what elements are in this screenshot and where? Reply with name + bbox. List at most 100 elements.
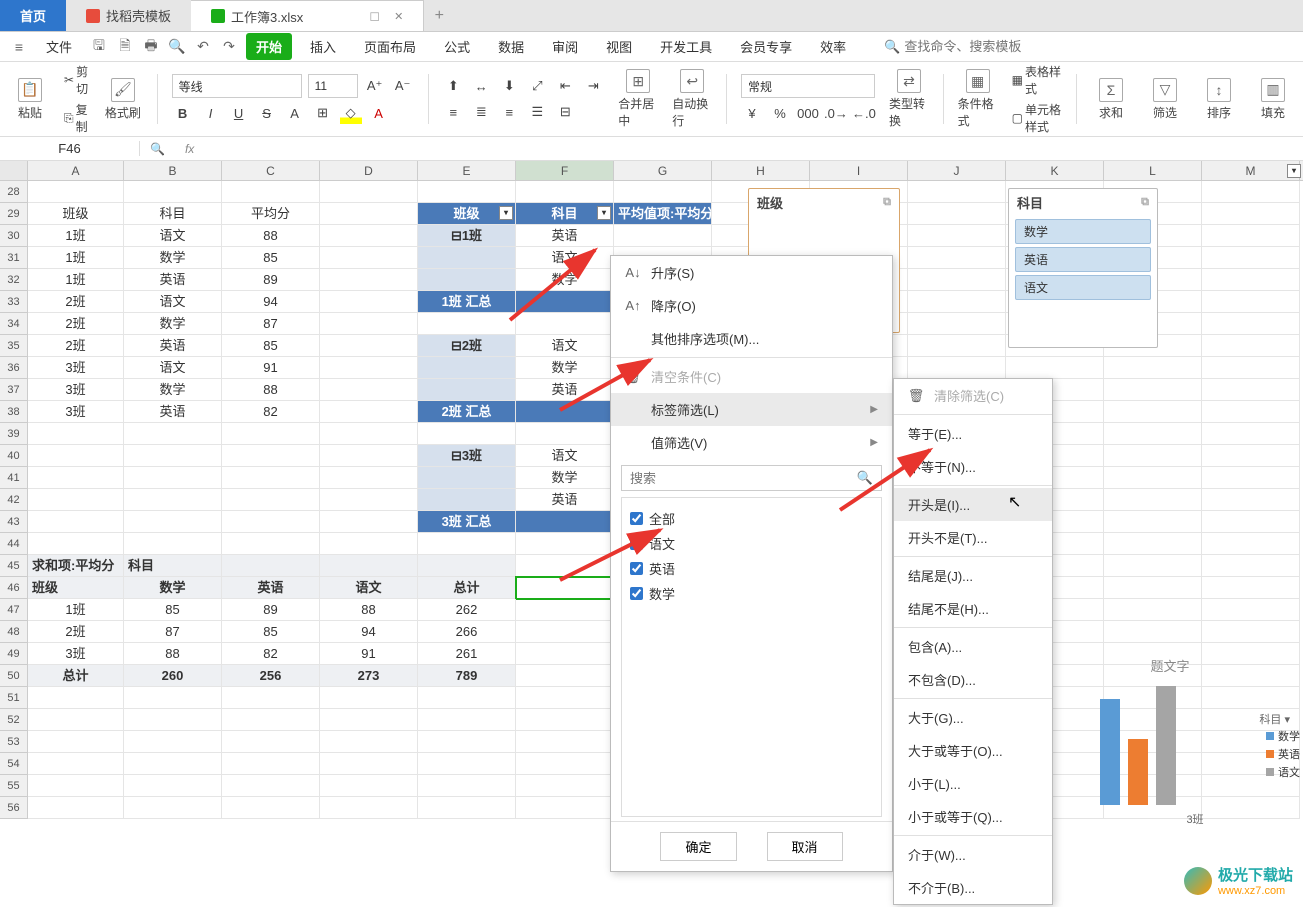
new-tab-button[interactable]: + [424,0,454,31]
cell[interactable] [1202,621,1300,643]
col-header[interactable]: L [1104,161,1202,180]
cell[interactable] [516,533,614,555]
cell[interactable]: 789 [418,665,516,687]
filter-check-item[interactable]: 英语 [630,556,873,581]
cell[interactable] [1202,423,1300,445]
cell[interactable] [28,467,124,489]
col-header[interactable]: E [418,161,516,180]
copy-button[interactable]: ⎘复制 [64,101,89,135]
cell[interactable] [320,379,418,401]
cell[interactable] [124,511,222,533]
submenu-item[interactable]: 不包含(D)... [894,663,1052,696]
search-input[interactable] [904,39,1054,54]
cell[interactable] [28,731,124,753]
cell[interactable] [1202,511,1300,533]
cell[interactable] [320,489,418,511]
cell[interactable]: 平均值项:平均分 [614,203,712,225]
cell[interactable] [222,181,320,203]
tab-home[interactable]: 首页 [0,0,66,31]
row-header[interactable]: 34 [0,313,28,335]
align-right-icon[interactable]: ≡ [498,101,520,123]
cell[interactable]: 语文 [516,247,614,269]
cell[interactable]: 3班 [28,643,124,665]
submenu-item[interactable]: 不介于(B)... [894,871,1052,904]
slicer-item[interactable]: 英语 [1015,247,1151,272]
cell[interactable] [1202,291,1300,313]
cell[interactable] [124,753,222,775]
cell[interactable] [418,753,516,775]
clear-filter-icon[interactable]: ⧉ [1141,196,1149,209]
cell[interactable] [222,445,320,467]
cell[interactable]: 3班 [28,357,124,379]
cell[interactable] [418,489,516,511]
format-painter-button[interactable]: 🖌 格式刷 [103,78,143,121]
cell[interactable] [124,731,222,753]
row-header[interactable]: 40 [0,445,28,467]
cell[interactable] [418,357,516,379]
sort-button[interactable]: ↕排序 [1199,78,1239,121]
cell[interactable] [908,203,1006,225]
cell[interactable]: 2班 [28,313,124,335]
menu-layout[interactable]: 页面布局 [354,33,426,60]
cell[interactable] [908,357,1006,379]
cell[interactable] [28,709,124,731]
name-box[interactable]: F46 [0,141,140,156]
decimal-dec-icon[interactable]: ←.0 [853,102,875,124]
row-header[interactable]: 53 [0,731,28,753]
menu-file[interactable]: 文件 [36,33,82,60]
chart[interactable]: 题文字 科目 ▾ 3班 数学 英语 语文 [1050,656,1290,851]
cell[interactable] [1202,533,1300,555]
row-header[interactable]: 48 [0,621,28,643]
fx-icon[interactable]: fx [175,142,204,156]
tab-template[interactable]: 找稻壳模板 [66,0,191,31]
cell[interactable] [516,291,614,313]
save-icon[interactable]: 🖫 [90,38,108,56]
cell[interactable]: 1班 [28,225,124,247]
cell[interactable]: 科目▾ [516,203,614,225]
row-header[interactable]: 38 [0,401,28,423]
fill-color-button[interactable]: ◇ [340,102,362,124]
cell[interactable] [516,577,614,599]
cell[interactable]: 2班 [28,291,124,313]
cell[interactable] [418,269,516,291]
cell[interactable]: 科目 [124,203,222,225]
cell[interactable] [516,423,614,445]
distribute-icon[interactable]: ⊟ [554,101,576,123]
row-header[interactable]: 51 [0,687,28,709]
cell[interactable] [418,775,516,797]
cell[interactable] [516,401,614,423]
col-header[interactable]: K [1006,161,1104,180]
cell[interactable]: 273 [320,665,418,687]
cell[interactable] [320,423,418,445]
col-header[interactable]: D [320,161,418,180]
cell[interactable] [28,181,124,203]
cell[interactable] [320,467,418,489]
cell[interactable] [1104,379,1202,401]
cell[interactable] [1104,445,1202,467]
cell[interactable] [418,555,516,577]
cell[interactable] [124,181,222,203]
row-header[interactable]: 55 [0,775,28,797]
cell[interactable] [1202,225,1300,247]
cell[interactable]: 班级▾ [28,577,124,599]
cell[interactable] [28,687,124,709]
cell[interactable]: 1班 汇总 [418,291,516,313]
cell[interactable]: 1班 [28,599,124,621]
sum-button[interactable]: Σ求和 [1091,78,1131,121]
number-format-select[interactable]: 常规 [741,74,875,98]
submenu-item[interactable]: 小于或等于(Q)... [894,800,1052,833]
col-header[interactable]: B [124,161,222,180]
cell[interactable]: 85 [222,335,320,357]
submenu-item[interactable]: 结尾是(J)... [894,559,1052,592]
cell[interactable] [418,731,516,753]
cell[interactable] [1104,467,1202,489]
cell[interactable] [1202,379,1300,401]
cell[interactable] [516,775,614,797]
row-header[interactable]: 30 [0,225,28,247]
col-header[interactable]: G [614,161,712,180]
cell[interactable] [28,423,124,445]
font-color-button[interactable]: A [368,102,390,124]
cell[interactable] [1104,555,1202,577]
menu-view[interactable]: 视图 [596,33,642,60]
cell[interactable] [1202,203,1300,225]
